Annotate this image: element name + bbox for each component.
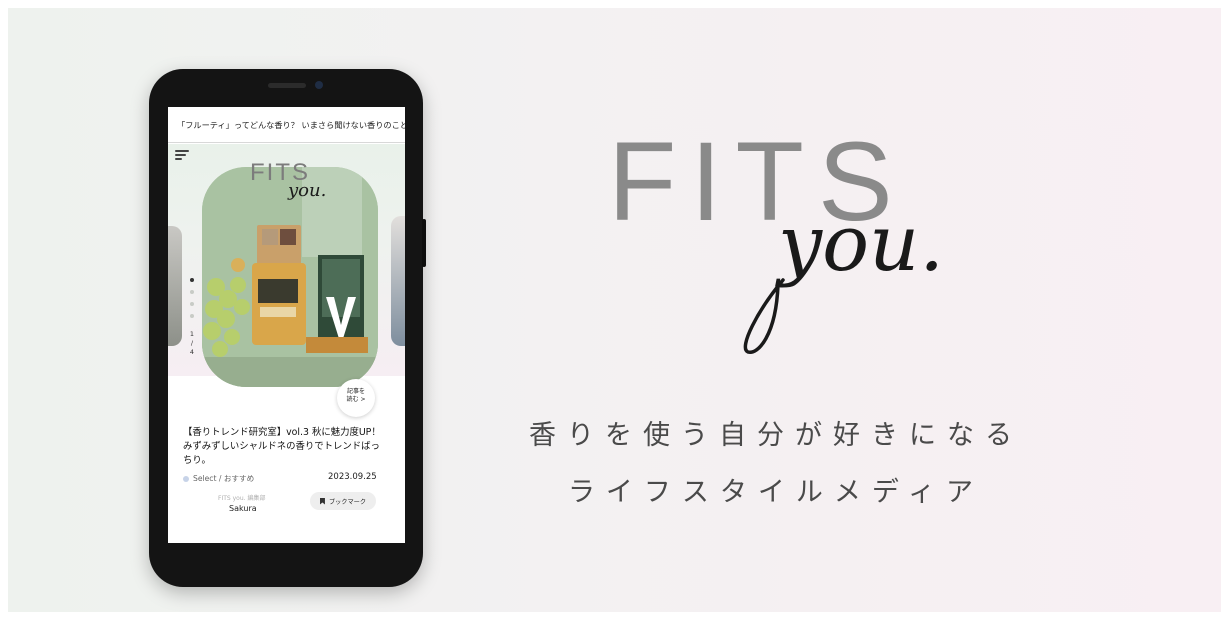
svg-text:you.: you. <box>287 180 326 201</box>
category-label: Select / おすすめ <box>193 474 255 483</box>
fits-you-logo: FITS you. <box>608 120 944 354</box>
tagline-line-2: ライフスタイルメディア <box>567 477 985 508</box>
slide-separator: / <box>190 339 194 347</box>
phone-screen: 「フルーティ」ってどんな香り？ いまさら聞けない香りのこと FITS you. … <box>168 107 405 543</box>
read-more-label: 記事を <box>346 388 365 395</box>
author-name[interactable]: Sakura <box>229 504 257 513</box>
article-category[interactable]: Select / おすすめ <box>183 473 254 484</box>
hero-carousel[interactable]: FITS you. 1 / 4 記事を 読む > <box>168 144 405 417</box>
phone-camera <box>315 81 323 89</box>
slide-total: 4 <box>189 348 195 356</box>
carousel-dot[interactable] <box>190 278 194 282</box>
bookmark-label: ブックマーク <box>328 498 367 506</box>
carousel-dot[interactable] <box>190 290 194 294</box>
read-more-arrow-label: 読む > <box>346 396 366 403</box>
tagline-line-1: 香りを使う自分が好きになる <box>529 420 1023 451</box>
hero-banner: 「フルーティ」ってどんな香り？ いまさら聞けない香りのこと FITS you. … <box>8 8 1221 612</box>
svg-text:you.: you. <box>775 199 944 289</box>
phone-side-button <box>422 219 426 267</box>
article-date: 2023.09.25 <box>328 472 377 482</box>
article-title[interactable]: 【香りトレンド研究室】vol.3 秋に魅力度UP！みずみずしいシャルドネの香りで… <box>183 426 388 468</box>
headline-ticker[interactable]: 「フルーティ」ってどんな香り？ いまさら聞けない香りのこと <box>168 107 405 143</box>
bookmark-icon <box>319 497 325 505</box>
carousel-dot[interactable] <box>190 314 194 318</box>
slide-current: 1 <box>189 330 195 338</box>
slide-counter: 1 / 4 <box>187 330 197 357</box>
carousel-dots <box>189 278 195 326</box>
bookmark-button[interactable]: ブックマーク <box>310 492 376 510</box>
phone-speaker <box>268 83 306 88</box>
hamburger-menu-icon[interactable] <box>175 150 189 160</box>
author-role: FITS you. 編集部 <box>218 495 266 502</box>
carousel-next-slide[interactable] <box>391 216 405 346</box>
phone-mockup: 「フルーティ」ってどんな香り？ いまさら聞けない香りのこと FITS you. … <box>149 69 426 587</box>
read-article-button[interactable]: 記事を 読む > <box>337 379 375 417</box>
category-icon <box>183 475 189 482</box>
script-descender <box>743 278 785 354</box>
carousel-dot[interactable] <box>190 302 194 306</box>
fits-you-mini-logo[interactable]: FITS you. <box>248 154 338 214</box>
carousel-prev-slide[interactable] <box>168 226 182 346</box>
